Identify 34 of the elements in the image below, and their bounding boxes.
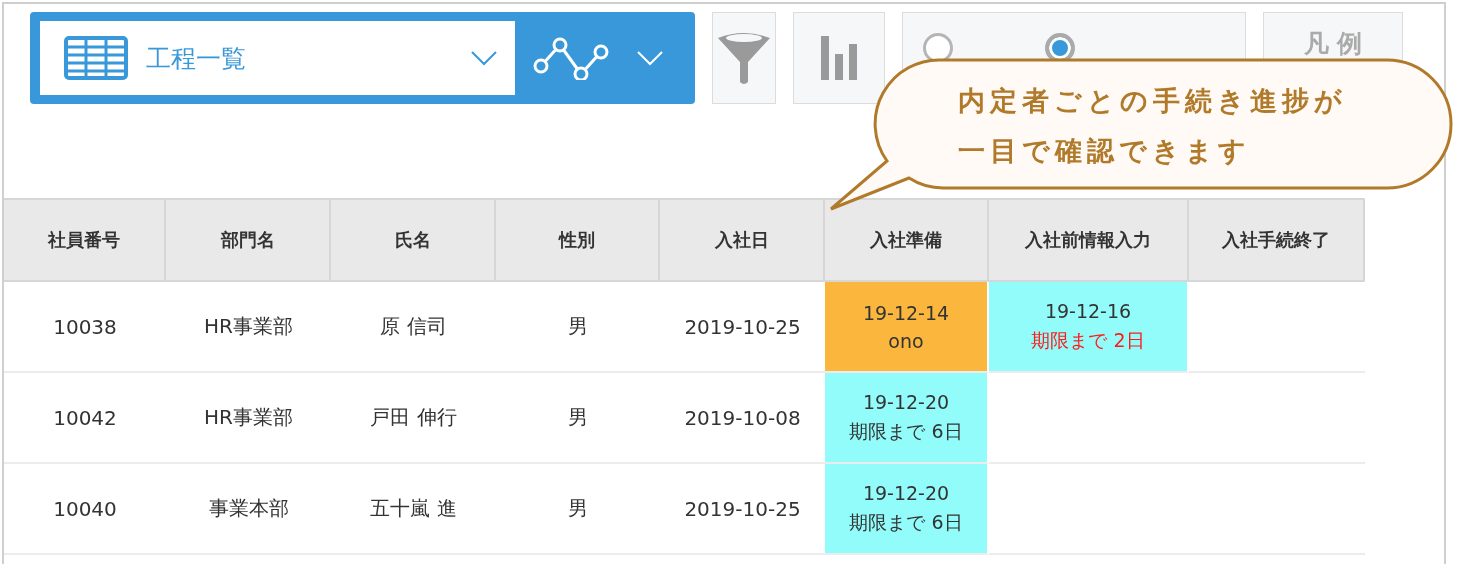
column-header: 性別 [496,198,660,282]
view-name: 工程一覧 [146,42,247,75]
stage-cell: 19-12-20 期限まで 6日 [825,464,989,555]
column-header: 入社前情報入力 [989,198,1189,282]
table-cell: 五十嵐 進 [331,464,496,555]
table-cell: HR事業部 [166,282,331,373]
filter-button[interactable] [712,12,776,104]
table-cell: 男 [496,282,660,373]
stage-cell: 19-12-20 期限まで 6日 [825,373,989,464]
column-header: 氏名 [331,198,496,282]
chevron-down-icon [637,50,663,66]
view-select[interactable]: 工程一覧 [40,21,515,95]
callout-text: 一目で確認できます [958,134,1252,168]
table-cell: 事業本部 [166,464,331,555]
chart-button[interactable] [793,12,885,104]
chevron-down-icon [471,50,497,66]
table-cell: 10042 [4,373,166,464]
column-header: 入社日 [660,198,825,282]
bar-chart-icon [821,36,857,80]
stage-cell: 19-12-16 期限まで 2日 [989,282,1189,373]
column-header: 入社準備 [825,198,989,282]
funnel-icon [716,30,772,86]
table-cell: 原 信司 [331,282,496,373]
stage-cell: 19-12-14 ono [825,282,989,373]
table-cell: 男 [496,373,660,464]
column-header: 部門名 [166,198,331,282]
table-cell: 男 [496,464,660,555]
table-cell: 10040 [4,464,166,555]
table-cell: HR事業部 [166,373,331,464]
table-cell: 10038 [4,282,166,373]
column-header: 社員番号 [4,198,166,282]
table-icon [64,36,128,80]
table-cell: 戸田 伸行 [331,373,496,464]
column-header: 入社手続終了 [1189,198,1365,282]
